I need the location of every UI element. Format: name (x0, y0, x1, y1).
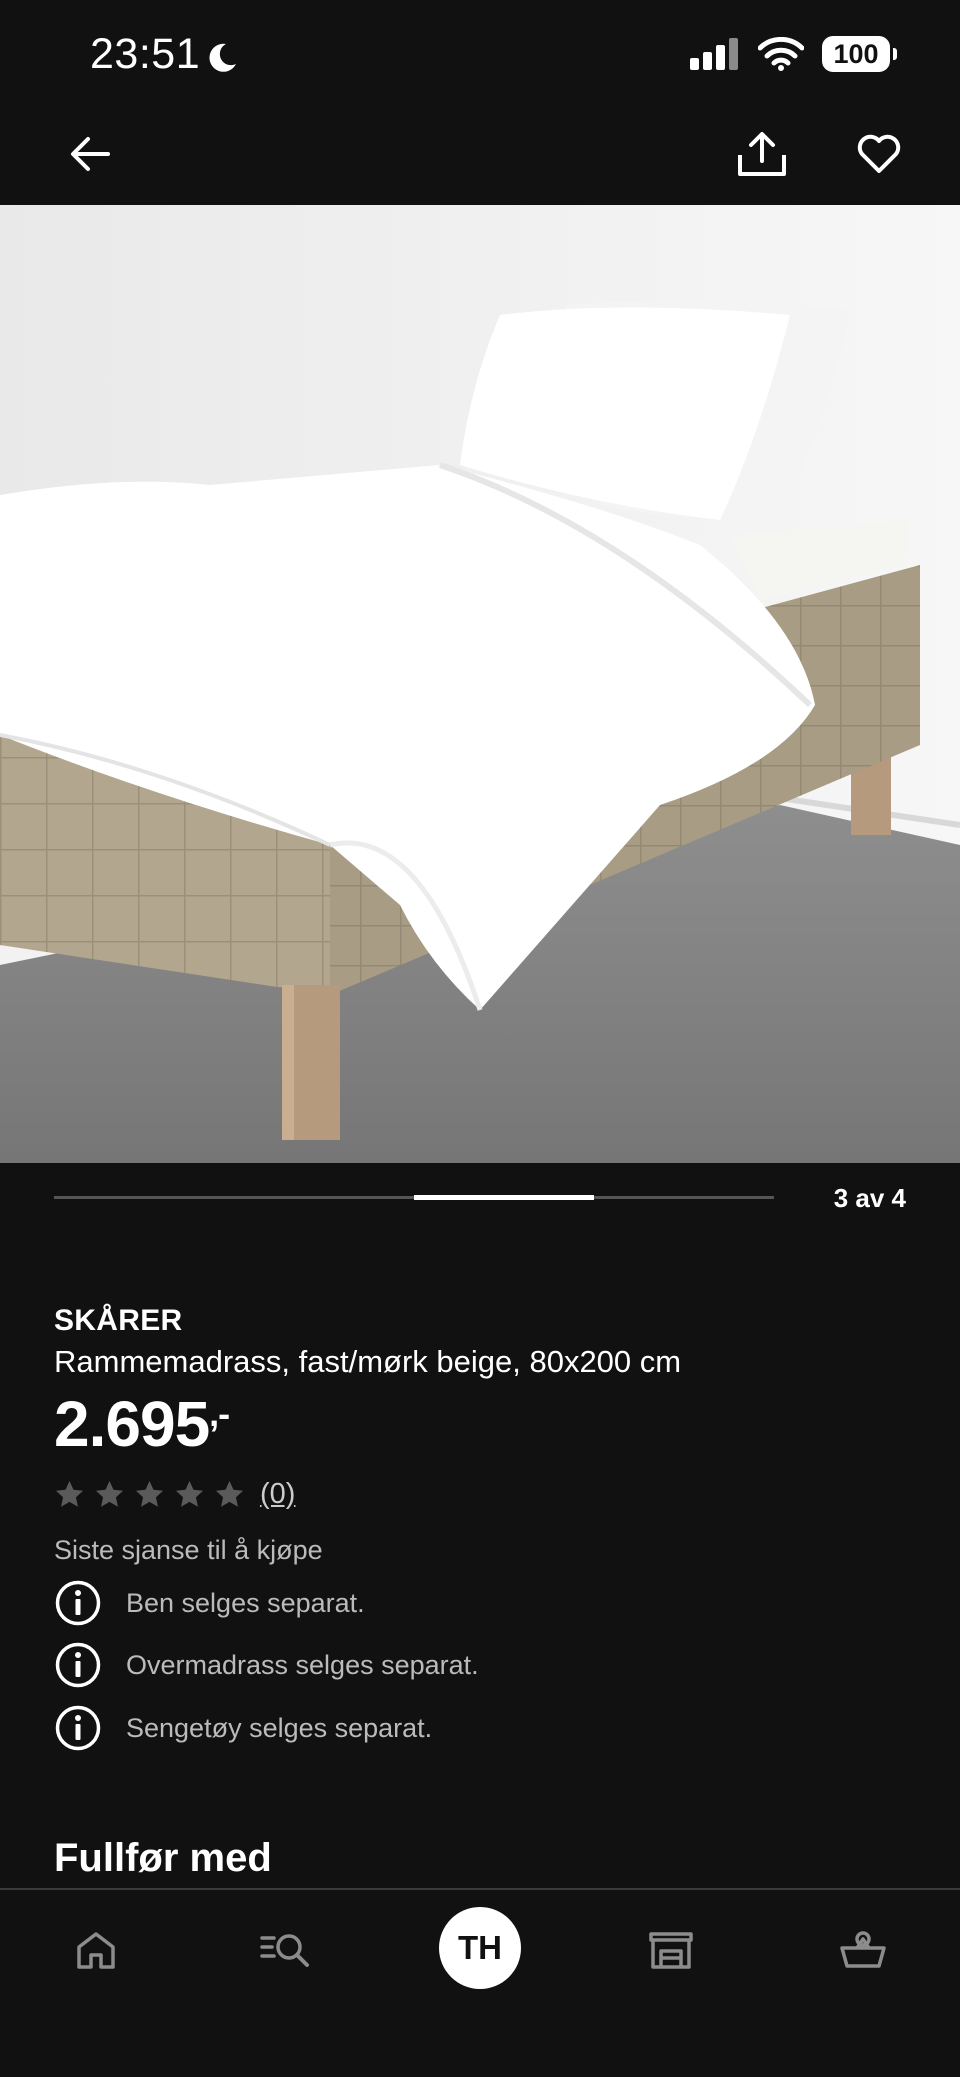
rating-count-link[interactable]: (0) (260, 1478, 295, 1511)
info-icon (55, 1642, 101, 1688)
status-bar: 23:51 100 (0, 0, 960, 110)
status-icons: 100 (690, 36, 897, 72)
signal-icon (690, 38, 738, 70)
battery-level: 100 (833, 38, 879, 69)
battery-icon: 100 (822, 36, 897, 72)
price-suffix: ,- (209, 1393, 230, 1434)
product-brand: SKÅRER (54, 1304, 183, 1337)
favorite-button[interactable] (844, 119, 914, 189)
search-icon (260, 1934, 309, 1967)
share-icon (738, 132, 786, 176)
arrow-left-icon (71, 137, 110, 171)
status-time: 23:51 (90, 30, 201, 78)
top-nav (0, 115, 960, 205)
image-counter: 3 av 4 (833, 1183, 906, 1213)
star-icon (135, 1480, 164, 1507)
image-carousel-indicator: 3 av 4 (54, 1180, 906, 1220)
star-icon (175, 1480, 204, 1507)
bottom-tab-bar: TH (0, 1888, 960, 2077)
product-price: 2.695,- (54, 1392, 230, 1456)
tab-search[interactable] (246, 1910, 326, 1990)
product-description: Rammemadrass, fast/mørk beige, 80x200 cm (54, 1344, 682, 1379)
section-title: Fullfør med (54, 1836, 272, 1880)
tab-home[interactable] (56, 1910, 136, 1990)
rating-stars (54, 1479, 245, 1510)
wifi-icon (758, 37, 804, 71)
info-note-legs: Ben selges separat. (54, 1578, 365, 1628)
share-button[interactable] (727, 119, 797, 189)
carousel-progress (414, 1195, 594, 1200)
heart-icon (857, 134, 901, 173)
info-note-text: Overmadrass selges separat. (126, 1649, 479, 1680)
info-note-text: Sengetøy selges separat. (126, 1712, 433, 1743)
profile-avatar[interactable]: TH (439, 1907, 521, 1989)
info-icon (55, 1705, 101, 1751)
availability-text: Siste sjanse til å kjøpe (54, 1535, 323, 1565)
star-icon (215, 1480, 244, 1507)
rating[interactable]: (0) (54, 1478, 295, 1511)
info-icon (55, 1580, 101, 1626)
tab-basket[interactable] (823, 1910, 903, 1990)
price-value: 2.695 (54, 1388, 210, 1460)
product-page: 23:51 100 3 av 4 SKÅRER Rammemadrass, fa… (0, 0, 960, 2077)
star-icon (95, 1480, 124, 1507)
basket-icon (840, 1931, 886, 1968)
star-icon (55, 1480, 84, 1507)
carousel-track (54, 1195, 774, 1200)
product-image[interactable] (0, 205, 960, 1163)
back-button[interactable] (55, 119, 125, 189)
info-note-bedding: Sengetøy selges separat. (54, 1703, 432, 1753)
info-note-text: Ben selges separat. (126, 1587, 365, 1618)
bed-illustration (0, 205, 960, 1163)
moon-icon (209, 43, 236, 72)
info-note-topper: Overmadrass selges separat. (54, 1640, 479, 1690)
home-icon (77, 1932, 115, 1969)
store-icon (649, 1932, 693, 1969)
avatar-initials: TH (458, 1929, 502, 1966)
tab-stores[interactable] (631, 1910, 711, 1990)
